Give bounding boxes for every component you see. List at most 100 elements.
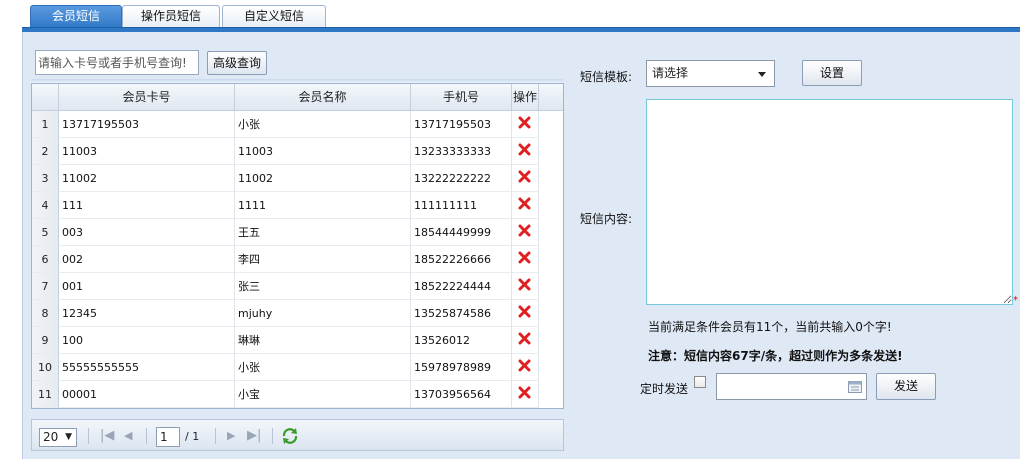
row-number: 3 — [32, 165, 59, 192]
delete-x-icon[interactable] — [518, 332, 531, 345]
tab-member-sms[interactable]: 会员短信 — [30, 5, 122, 29]
phone-cell: 18522224444 — [411, 273, 512, 300]
template-select-value: 请选择 — [652, 66, 689, 80]
schedule-label: 定时发送 — [640, 382, 689, 396]
next-page-icon[interactable]: ▶ — [227, 426, 235, 446]
delete-x-icon[interactable] — [518, 251, 531, 264]
table-row[interactable]: 5 003 王五 18544449999 — [32, 219, 563, 246]
table-row[interactable]: 11 00001 小宝 13703956564 — [32, 381, 563, 408]
tab-custom-sms[interactable]: 自定义短信 — [222, 5, 326, 28]
header-member-name[interactable]: 会员名称 — [235, 84, 411, 111]
sms-content-textarea[interactable] — [646, 99, 1013, 305]
card-number-cell: 13717195503 — [59, 111, 235, 138]
member-name-cell: 小张 — [235, 354, 411, 381]
delete-x-icon[interactable] — [518, 305, 531, 318]
first-page-icon[interactable]: |◀ — [100, 426, 114, 446]
operation-cell — [512, 192, 539, 219]
card-number-cell: 12345 — [59, 300, 235, 327]
page-total: / 1 — [185, 430, 200, 443]
template-select[interactable]: 请选择 — [646, 60, 775, 87]
delete-x-icon[interactable] — [518, 359, 531, 372]
operation-cell — [512, 354, 539, 381]
pager-divider — [272, 428, 273, 444]
header-rownum — [32, 84, 59, 111]
row-number: 1 — [32, 111, 59, 138]
card-number-cell: 00001 — [59, 381, 235, 408]
operation-cell — [512, 381, 539, 408]
header-phone[interactable]: 手机号 — [411, 84, 512, 111]
member-name-cell: 琳琳 — [235, 327, 411, 354]
refresh-icon[interactable] — [281, 427, 299, 445]
member-name-cell: 11002 — [235, 165, 411, 192]
set-button[interactable]: 设置 — [802, 60, 862, 86]
required-mark: * — [1013, 295, 1018, 306]
search-input[interactable] — [35, 50, 199, 75]
row-number: 6 — [32, 246, 59, 273]
member-name-cell: 小张 — [235, 111, 411, 138]
delete-x-icon[interactable] — [518, 278, 531, 291]
page-size-select[interactable]: 20 ▼ — [39, 428, 77, 447]
phone-cell: 18544449999 — [411, 219, 512, 246]
phone-cell: 18522226666 — [411, 246, 512, 273]
delete-x-icon[interactable] — [518, 170, 531, 183]
table-row[interactable]: 8 12345 mjuhy 13525874586 — [32, 300, 563, 327]
phone-cell: 13526012 — [411, 327, 512, 354]
row-number: 4 — [32, 192, 59, 219]
member-name-cell: 张三 — [235, 273, 411, 300]
row-number: 10 — [32, 354, 59, 381]
header-card-number[interactable]: 会员卡号 — [59, 84, 235, 111]
content-label: 短信内容: — [580, 212, 633, 226]
table-row[interactable]: 6 002 李四 18522226666 — [32, 246, 563, 273]
operation-cell — [512, 111, 539, 138]
card-number-cell: 55555555555 — [59, 354, 235, 381]
table-row[interactable]: 10 55555555555 小张 15978978989 — [32, 354, 563, 381]
search-bar: 高级查询 — [31, 50, 563, 77]
last-page-icon[interactable]: ▶| — [247, 426, 261, 446]
operation-cell — [512, 219, 539, 246]
operation-cell — [512, 300, 539, 327]
row-number: 11 — [32, 381, 59, 408]
operation-cell — [512, 246, 539, 273]
table-row[interactable]: 9 100 琳琳 13526012 — [32, 327, 563, 354]
tab-operator-sms[interactable]: 操作员短信 — [122, 5, 220, 28]
card-number-cell: 003 — [59, 219, 235, 246]
row-number: 5 — [32, 219, 59, 246]
phone-cell: 13703956564 — [411, 381, 512, 408]
member-name-cell: 11003 — [235, 138, 411, 165]
member-name-cell: 小宝 — [235, 381, 411, 408]
phone-cell: 13525874586 — [411, 300, 512, 327]
card-number-cell: 11003 — [59, 138, 235, 165]
row-number: 2 — [32, 138, 59, 165]
table-row[interactable]: 2 11003 11003 13233333333 — [32, 138, 563, 165]
page-number-input[interactable]: 1 — [156, 427, 180, 447]
schedule-checkbox[interactable] — [694, 376, 706, 388]
template-label: 短信模板: — [580, 70, 633, 84]
advanced-search-button[interactable]: 高级查询 — [207, 51, 267, 75]
phone-cell: 13233333333 — [411, 138, 512, 165]
card-number-cell: 111 — [59, 192, 235, 219]
delete-x-icon[interactable] — [518, 386, 531, 399]
card-number-cell: 002 — [59, 246, 235, 273]
grid-header: 会员卡号 会员名称 手机号 操作 — [32, 84, 563, 111]
delete-x-icon[interactable] — [518, 116, 531, 129]
length-warning: 注意：短信内容67字/条，超过则作为多条发送! — [648, 349, 903, 363]
row-number: 8 — [32, 300, 59, 327]
schedule-date-input[interactable] — [716, 373, 867, 400]
delete-x-icon[interactable] — [518, 143, 531, 156]
member-name-cell: mjuhy — [235, 300, 411, 327]
table-row[interactable]: 4 111 1111 111111111 — [32, 192, 563, 219]
calendar-icon[interactable] — [848, 380, 862, 393]
table-row[interactable]: 7 001 张三 18522224444 — [32, 273, 563, 300]
delete-x-icon[interactable] — [518, 224, 531, 237]
phone-cell: 15978978989 — [411, 354, 512, 381]
member-grid: 会员卡号 会员名称 手机号 操作 1 13717195503 小张 137171955… — [31, 83, 564, 409]
member-name-cell: 1111 — [235, 192, 411, 219]
table-row[interactable]: 1 13717195503 小张 13717195503 — [32, 111, 563, 138]
prev-page-icon[interactable]: ◀ — [124, 426, 132, 446]
operation-cell — [512, 327, 539, 354]
table-row[interactable]: 3 11002 11002 13222222222 — [32, 165, 563, 192]
send-button[interactable]: 发送 — [876, 373, 936, 400]
row-number: 9 — [32, 327, 59, 354]
delete-x-icon[interactable] — [518, 197, 531, 210]
operation-cell — [512, 138, 539, 165]
